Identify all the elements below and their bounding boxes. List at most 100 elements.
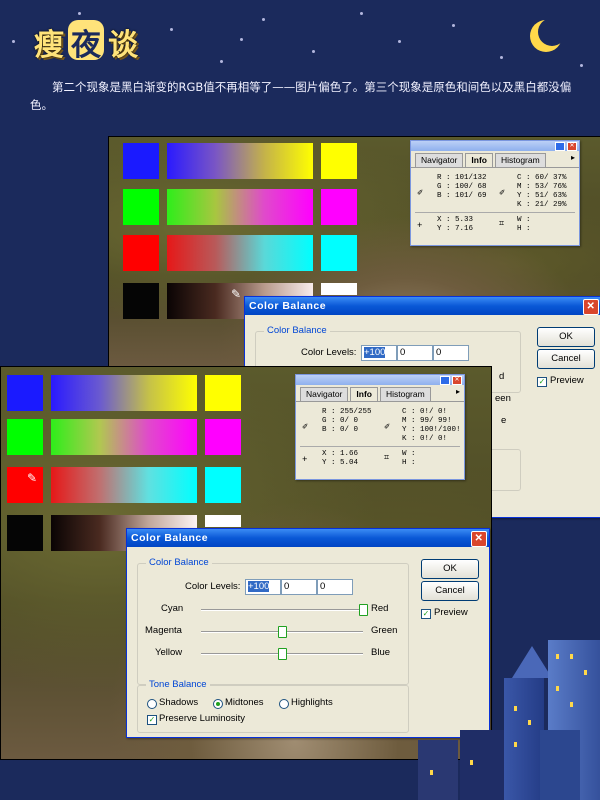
close-icon[interactable]: ✕: [583, 299, 599, 315]
close-icon[interactable]: ✕: [567, 142, 577, 151]
level-input-yellow-blue[interactable]: 0: [317, 579, 353, 595]
yellow-blue-slider-thumb[interactable]: [278, 648, 287, 660]
info-panel-2: ✕ Navigator Info Histogram ▸ ✐ R : 255/2…: [295, 374, 465, 480]
close-icon[interactable]: ✕: [471, 531, 487, 547]
window-light: [556, 654, 559, 659]
cyan-swatch: [321, 235, 357, 271]
readout-m: M : 99/ 99!: [402, 417, 452, 425]
panel-menu-icon[interactable]: ▸: [456, 387, 460, 401]
divider: [300, 446, 460, 447]
level-input-magenta-green[interactable]: 0: [397, 345, 433, 361]
readout-b: B : 0/ 0: [322, 426, 359, 434]
readout-m: M : 53/ 76%: [517, 183, 567, 191]
dialog-titlebar: Color Balance ✕: [127, 529, 489, 547]
preview-checkbox[interactable]: ✓: [421, 609, 431, 619]
star: [78, 12, 81, 15]
tab-navigator[interactable]: Navigator: [415, 153, 464, 167]
magenta-swatch: [205, 419, 241, 455]
blue-yellow-gradient: [51, 375, 197, 411]
star: [360, 12, 363, 15]
readout-r: R : 255/255: [322, 408, 372, 416]
cmyk-readout: C : 0!/ 0! M : 99/ 99! Y : 100!/100! K :…: [402, 408, 461, 444]
midtones-radio[interactable]: [213, 699, 223, 709]
readout-w: W :: [402, 450, 416, 458]
panel-titlebar: ✕: [411, 141, 579, 151]
readout-h: H :: [402, 459, 416, 467]
level-input-cyan-red[interactable]: +100: [245, 579, 281, 595]
readout-w: W :: [517, 216, 531, 224]
ok-button[interactable]: OK: [537, 327, 595, 347]
readout-x: X : 5.33: [437, 216, 474, 224]
star: [170, 28, 173, 31]
readout-g: G : 100/ 68: [437, 183, 487, 191]
info-readout: ✐ R : 101/132 G : 100/ 68 B : 101/ 69 ✐ …: [411, 168, 579, 242]
red-swatch: [7, 467, 43, 503]
green-swatch: [7, 419, 43, 455]
dialog-title: Color Balance: [131, 532, 209, 544]
preview-checkbox[interactable]: ✓: [537, 377, 547, 387]
readout-c: C : 0!/ 0!: [402, 408, 448, 416]
readout-g: G : 0/ 0: [322, 417, 359, 425]
tab-histogram[interactable]: Histogram: [379, 387, 431, 401]
star: [240, 38, 243, 41]
blue-swatch: [7, 375, 43, 411]
cyan-red-slider-thumb[interactable]: [359, 604, 368, 616]
tab-histogram[interactable]: Histogram: [494, 153, 546, 167]
slider-label-cyan: Cyan: [161, 603, 184, 614]
preserve-luminosity-label: Preserve Luminosity: [159, 713, 246, 724]
building: [418, 740, 458, 800]
blue-swatch: [123, 143, 159, 179]
moon-icon: [538, 18, 566, 46]
star: [220, 60, 223, 63]
dialog-title: Color Balance: [249, 300, 327, 312]
slider-label-magenta: Magenta: [145, 625, 182, 636]
eyedropper-icon: ✐: [384, 424, 391, 432]
level-input-yellow-blue[interactable]: 0: [433, 345, 469, 361]
ok-button[interactable]: OK: [421, 559, 479, 579]
group-title: Tone Balance: [146, 679, 210, 690]
site-logo: 瘦 夜 谈: [34, 20, 138, 63]
level-input-magenta-green[interactable]: 0: [281, 579, 317, 595]
window-light: [570, 654, 573, 659]
green-magenta-gradient: [167, 189, 313, 225]
info-panel-1: ✕ Navigator Info Histogram ▸ ✐ R : 101/1…: [410, 140, 580, 246]
cyan-red-slider-track[interactable]: [201, 609, 363, 611]
rgb-readout: R : 101/132 G : 100/ 68 B : 101/ 69: [437, 174, 487, 201]
window-light: [584, 670, 587, 675]
minimize-icon[interactable]: [555, 142, 565, 151]
red-swatch: [123, 235, 159, 271]
city-skyline-illustration: [410, 620, 600, 800]
selection-size-icon: ⌗: [384, 453, 390, 463]
window-light: [570, 702, 573, 707]
minimize-icon[interactable]: [440, 376, 450, 385]
tone-balance-group: Tone Balance: [137, 679, 409, 733]
readout-y-pos: Y : 5.04: [322, 459, 359, 467]
yellow-swatch: [205, 375, 241, 411]
cancel-button[interactable]: Cancel: [421, 581, 479, 601]
star: [500, 56, 503, 59]
logo-char: 谈: [108, 28, 138, 63]
tab-info[interactable]: Info: [465, 153, 493, 167]
level-input-cyan-red[interactable]: +100: [361, 345, 397, 361]
logo-char: 瘦: [34, 28, 64, 63]
preserve-luminosity-checkbox[interactable]: ✓: [147, 715, 157, 725]
white-swatch: [321, 283, 357, 295]
tab-navigator[interactable]: Navigator: [300, 387, 349, 401]
readout-y: Y : 51/ 63%: [517, 192, 567, 200]
divider: [415, 212, 575, 213]
highlights-radio[interactable]: [279, 699, 289, 709]
tab-info[interactable]: Info: [350, 387, 378, 401]
close-icon[interactable]: ✕: [452, 376, 462, 385]
readout-c: C : 60/ 37%: [517, 174, 567, 182]
panel-menu-icon[interactable]: ▸: [571, 153, 575, 167]
selection-size-icon: ⌗: [499, 219, 505, 229]
star: [398, 40, 401, 43]
shadows-radio[interactable]: [147, 699, 157, 709]
magenta-green-slider-thumb[interactable]: [278, 626, 287, 638]
green-swatch: [123, 189, 159, 225]
black-swatch: [123, 283, 159, 319]
cancel-button[interactable]: Cancel: [537, 349, 595, 369]
cyan-swatch: [205, 467, 241, 503]
panel-tabs: Navigator Info Histogram ▸: [411, 153, 579, 168]
readout-k: K : 21/ 29%: [517, 201, 567, 209]
